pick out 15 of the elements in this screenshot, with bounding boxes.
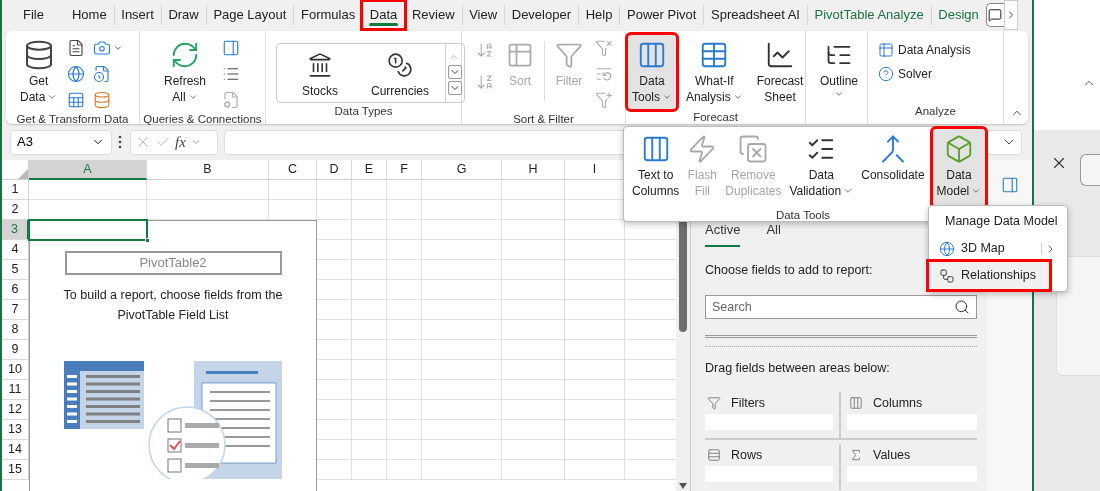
group-label: Analyze — [914, 103, 957, 119]
pivot-message: To build a report, choose fields from the PivotTable Field List — [62, 287, 284, 324]
group-label: Data Types — [333, 104, 394, 119]
area-label: Rows — [731, 446, 763, 464]
area-label: Columns — [873, 394, 923, 412]
group-label: Forecast — [692, 110, 739, 125]
area-label: Filters — [731, 394, 766, 412]
group-label: Get & Transform Data — [15, 112, 130, 127]
pivot-table-name: PivotTable2 — [64, 251, 282, 275]
areas-prompt: Drag fields between areas below: — [705, 360, 891, 378]
field-prompt: Choose fields to add to report: — [705, 261, 873, 279]
group-label: Data Tools — [775, 208, 831, 223]
group-label: Sort & Filter — [512, 112, 575, 127]
area-label: Values — [873, 446, 911, 464]
group-label: Queries & Connections — [142, 112, 263, 127]
